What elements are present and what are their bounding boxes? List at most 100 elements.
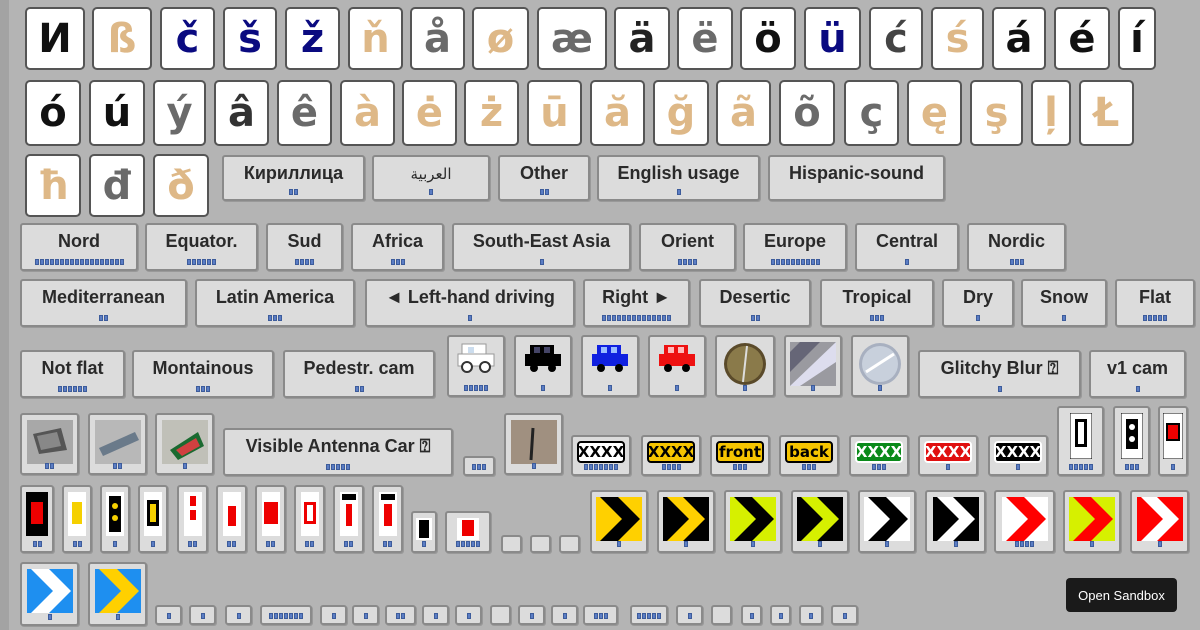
antenna-tile[interactable] [504, 413, 563, 475]
small-filter-button[interactable] [630, 605, 668, 625]
dry-button[interactable]: Dry [942, 279, 1014, 327]
letter-tile[interactable]: é [1054, 7, 1110, 70]
empty-filter-button[interactable] [559, 535, 580, 553]
right-hand-driving-button[interactable]: Right ► [583, 279, 690, 327]
bollard-tile[interactable] [216, 485, 247, 553]
letter-tile[interactable]: ß [92, 7, 152, 70]
empty-filter-button[interactable] [530, 535, 551, 553]
chevron-tile[interactable] [88, 562, 147, 626]
small-filter-button[interactable] [385, 605, 416, 625]
sud-button[interactable]: Sud [266, 223, 343, 271]
bollard-tile[interactable] [177, 485, 208, 553]
equator-button[interactable]: Equator. [145, 223, 258, 271]
blue-car-tile[interactable] [581, 335, 639, 397]
letter-tile[interactable]: ż [464, 80, 519, 146]
bollard-tile[interactable] [20, 485, 54, 553]
small-filter-button[interactable] [189, 605, 216, 625]
nord-button[interactable]: Nord [20, 223, 138, 271]
tropical-button[interactable]: Tropical [820, 279, 934, 327]
snow-button[interactable]: Snow [1021, 279, 1107, 327]
letter-tile[interactable]: ć [869, 7, 923, 70]
europe-button[interactable]: Europe [743, 223, 847, 271]
black-car-tile[interactable] [514, 335, 572, 397]
letter-tile[interactable]: š [223, 7, 277, 70]
letter-tile[interactable]: ž [285, 7, 340, 70]
letter-tile[interactable]: ë [677, 7, 733, 70]
bollard-tile[interactable] [1057, 406, 1104, 476]
letter-tile[interactable]: ó [25, 80, 81, 146]
bollard-tile[interactable] [1113, 406, 1150, 476]
bollard-tile[interactable] [372, 485, 403, 553]
small-filter-button[interactable] [225, 605, 252, 625]
empty-filter-button[interactable] [501, 535, 522, 553]
chevron-tile[interactable] [791, 490, 849, 553]
letter-tile[interactable]: ę [907, 80, 962, 146]
plate-black-tile[interactable]: XXXX [988, 435, 1048, 476]
bollard-tile[interactable] [138, 485, 168, 553]
chevron-tile[interactable] [1063, 490, 1121, 553]
letter-tile[interactable]: ü [804, 7, 861, 70]
letter-tile[interactable]: ļ [1031, 80, 1071, 146]
letter-tile[interactable]: ø [472, 7, 529, 70]
other-button[interactable]: Other [498, 155, 590, 201]
small-filter-button[interactable] [583, 605, 618, 625]
letter-tile[interactable]: å [410, 7, 465, 70]
letter-tile[interactable]: â [214, 80, 269, 146]
open-sandbox-button[interactable]: Open Sandbox [1066, 578, 1177, 612]
bollard-tile[interactable] [100, 485, 130, 553]
small-filter-button[interactable] [799, 605, 823, 625]
glass-blur-tile[interactable] [851, 335, 909, 397]
letter-tile[interactable]: ú [89, 80, 145, 146]
letter-tile[interactable]: æ [537, 7, 607, 70]
letter-tile[interactable]: ç [844, 80, 899, 146]
v1-cam-button[interactable]: v1 cam [1089, 350, 1186, 398]
letter-tile[interactable]: ð [153, 154, 209, 217]
small-filter-button[interactable] [741, 605, 762, 625]
small-filter-button[interactable] [463, 456, 495, 476]
glitchy-blur-button[interactable]: Glitchy Blur ⍰ [918, 350, 1081, 398]
small-filter-button[interactable] [422, 605, 449, 625]
car-mirror-tile[interactable] [20, 413, 79, 475]
mediterranean-button[interactable]: Mediterranean [20, 279, 187, 327]
bollard-tile[interactable] [411, 511, 437, 553]
letter-tile[interactable]: ė [402, 80, 457, 146]
bollard-tile[interactable] [255, 485, 286, 553]
chevron-tile[interactable] [994, 490, 1055, 553]
small-filter-button[interactable] [455, 605, 482, 625]
letter-tile[interactable]: á [992, 7, 1046, 70]
small-filter-button[interactable] [155, 605, 182, 625]
desertic-button[interactable]: Desertic [699, 279, 811, 327]
letter-tile[interactable]: ň [348, 7, 403, 70]
small-filter-button[interactable] [320, 605, 347, 625]
left-hand-driving-button[interactable]: ◄ Left-hand driving [365, 279, 575, 327]
dirt-blur-tile[interactable] [715, 335, 775, 397]
letter-tile[interactable]: ă [590, 80, 645, 146]
bollard-tile[interactable] [62, 485, 92, 553]
english-usage-button[interactable]: English usage [597, 155, 760, 201]
empty-filter-button[interactable] [711, 605, 732, 625]
bollard-tile[interactable] [1158, 406, 1188, 476]
letter-tile[interactable]: ý [153, 80, 206, 146]
bollard-tile[interactable] [333, 485, 364, 553]
letter-tile[interactable]: И [25, 7, 85, 70]
orient-button[interactable]: Orient [639, 223, 736, 271]
letter-tile[interactable]: ê [277, 80, 332, 146]
silver-blur-tile[interactable] [784, 335, 842, 397]
letter-tile[interactable]: ä [614, 7, 670, 70]
small-filter-button[interactable] [518, 605, 545, 625]
letter-tile[interactable]: õ [779, 80, 835, 146]
cyrillic-button[interactable]: Кириллица [222, 155, 365, 201]
not-flat-button[interactable]: Not flat [20, 350, 125, 398]
empty-filter-button[interactable] [490, 605, 511, 625]
letter-tile[interactable]: ã [716, 80, 771, 146]
plate-red-tile[interactable]: XXXX [918, 435, 978, 476]
plate-green-tile[interactable]: XXXX [849, 435, 909, 476]
letter-tile[interactable]: ś [931, 7, 984, 70]
car-roof-tile[interactable] [88, 413, 147, 475]
central-button[interactable]: Central [855, 223, 959, 271]
south-east-asia-button[interactable]: South-East Asia [452, 223, 631, 271]
letter-tile[interactable]: ö [740, 7, 796, 70]
small-filter-button[interactable] [260, 605, 312, 625]
chevron-tile[interactable] [724, 490, 782, 553]
hispanic-sound-button[interactable]: Hispanic-sound [768, 155, 945, 201]
